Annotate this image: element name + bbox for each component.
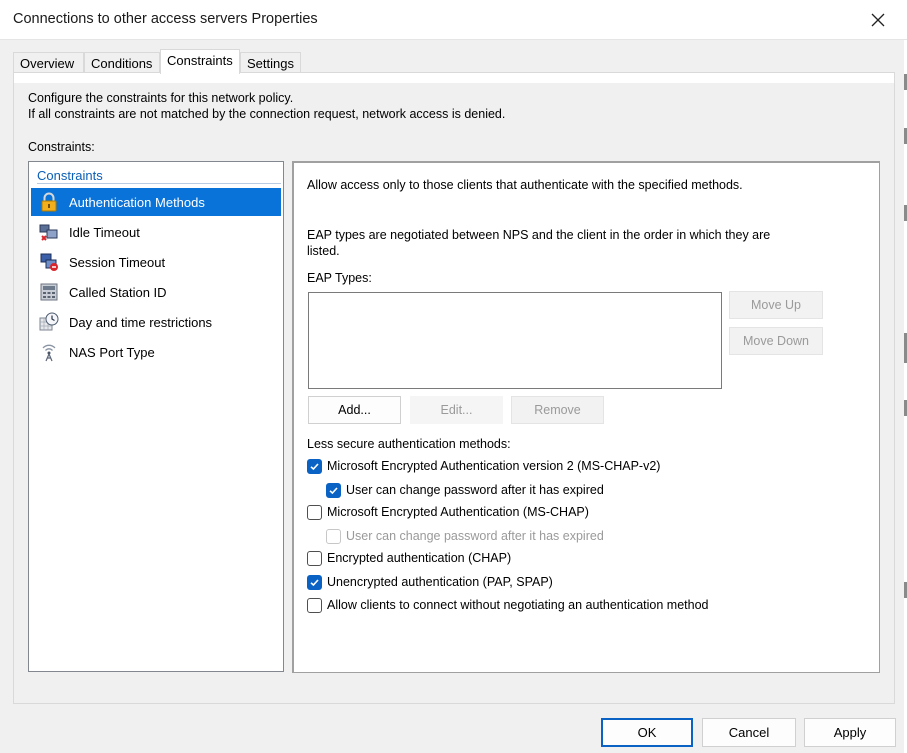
checkbox-disabled[interactable]	[326, 528, 341, 544]
session-timeout-icon	[38, 251, 60, 273]
nav-item-label: Session Timeout	[69, 254, 166, 270]
nav-item-idle-timeout[interactable]: Idle Timeout	[31, 218, 281, 246]
option-pap-spap[interactable]: Unencrypted authentication (PAP, SPAP)	[307, 573, 553, 591]
option-label: Encrypted authentication (CHAP)	[327, 551, 512, 565]
close-button[interactable]	[855, 2, 901, 38]
checkbox-checked[interactable]	[326, 482, 341, 498]
option-label: Microsoft Encrypted Authentication versi…	[327, 459, 661, 473]
nav-item-day-time-restrictions[interactable]: Day and time restrictions	[31, 308, 281, 336]
constraints-nav: Constraints Authentication Methods Idle …	[28, 161, 284, 672]
option-ms-chap-v2[interactable]: Microsoft Encrypted Authentication versi…	[307, 457, 660, 475]
station-id-icon	[38, 281, 60, 303]
tab-settings[interactable]: Settings	[240, 52, 301, 74]
nav-heading-divider	[37, 183, 281, 184]
option-chap[interactable]: Encrypted authentication (CHAP)	[307, 549, 511, 567]
eap-note-line-1: EAP types are negotiated between NPS and…	[307, 228, 771, 242]
title-bar: Connections to other access servers Prop…	[0, 0, 907, 40]
option-label: Unencrypted authentication (PAP, SPAP)	[327, 575, 553, 589]
option-ms-chap[interactable]: Microsoft Encrypted Authentication (MS-C…	[307, 503, 589, 521]
nav-item-label: Idle Timeout	[69, 224, 140, 240]
option-label: Microsoft Encrypted Authentication (MS-C…	[327, 505, 589, 519]
option-ms-chap-v2-change-password[interactable]: User can change password after it has ex…	[326, 481, 604, 499]
check-icon	[310, 578, 319, 586]
eap-note-line-2: listed.	[307, 244, 340, 258]
panel-top	[14, 73, 894, 83]
remove-button[interactable]: Remove	[511, 396, 604, 424]
move-down-button[interactable]: Move Down	[729, 327, 823, 355]
nav-item-label: Called Station ID	[69, 284, 167, 300]
nav-item-nas-port-type[interactable]: NAS Port Type	[31, 338, 281, 366]
cancel-button[interactable]: Cancel	[702, 718, 796, 747]
option-ms-chap-change-password[interactable]: User can change password after it has ex…	[326, 527, 604, 545]
checkbox-unchecked[interactable]	[307, 504, 322, 520]
nav-item-label: Authentication Methods	[69, 194, 205, 210]
nav-item-label: Day and time restrictions	[69, 314, 213, 330]
move-up-button[interactable]: Move Up	[729, 291, 823, 319]
less-secure-label: Less secure authentication methods:	[307, 437, 511, 451]
nav-item-session-timeout[interactable]: Session Timeout	[31, 248, 281, 276]
description-line-1: Configure the constraints for this netwo…	[28, 91, 294, 105]
edit-button[interactable]: Edit...	[410, 396, 503, 424]
nav-heading: Constraints	[37, 168, 103, 183]
authentication-methods-pane: Allow access only to those clients that …	[292, 161, 880, 673]
tab-conditions[interactable]: Conditions	[84, 52, 160, 74]
option-label: User can change password after it has ex…	[346, 529, 604, 543]
option-no-authentication[interactable]: Allow clients to connect without negotia…	[307, 596, 709, 614]
check-icon	[329, 486, 338, 494]
eap-types-label: EAP Types:	[307, 271, 372, 285]
description: Configure the constraints for this netwo…	[28, 90, 505, 122]
constraints-label: Constraints:	[28, 140, 95, 154]
description-line-2: If all constraints are not matched by th…	[28, 107, 506, 121]
option-label: Allow clients to connect without negotia…	[327, 598, 709, 612]
checkbox-unchecked[interactable]	[307, 550, 322, 566]
check-icon	[310, 462, 319, 470]
idle-timeout-icon	[38, 221, 60, 243]
constraints-panel: Configure the constraints for this netwo…	[13, 72, 895, 704]
add-button[interactable]: Add...	[308, 396, 401, 424]
nav-item-authentication-methods[interactable]: Authentication Methods	[31, 188, 281, 216]
ok-button[interactable]: OK	[601, 718, 693, 747]
intro-text: Allow access only to those clients that …	[307, 178, 743, 192]
apply-button[interactable]: Apply	[804, 718, 896, 747]
eap-types-list[interactable]	[308, 292, 722, 389]
tab-overview[interactable]: Overview	[13, 52, 84, 74]
nav-item-called-station-id[interactable]: Called Station ID	[31, 278, 281, 306]
window-title: Connections to other access servers Prop…	[13, 11, 318, 27]
checkbox-checked[interactable]	[307, 574, 322, 590]
tab-constraints[interactable]: Constraints	[160, 49, 240, 74]
checkbox-unchecked[interactable]	[307, 597, 322, 613]
checkbox-checked[interactable]	[307, 458, 322, 474]
nav-item-label: NAS Port Type	[69, 344, 155, 360]
close-icon	[871, 13, 885, 27]
option-label: User can change password after it has ex…	[346, 483, 604, 497]
clock-icon	[38, 311, 60, 333]
lock-icon	[38, 191, 60, 213]
antenna-icon	[38, 341, 60, 363]
